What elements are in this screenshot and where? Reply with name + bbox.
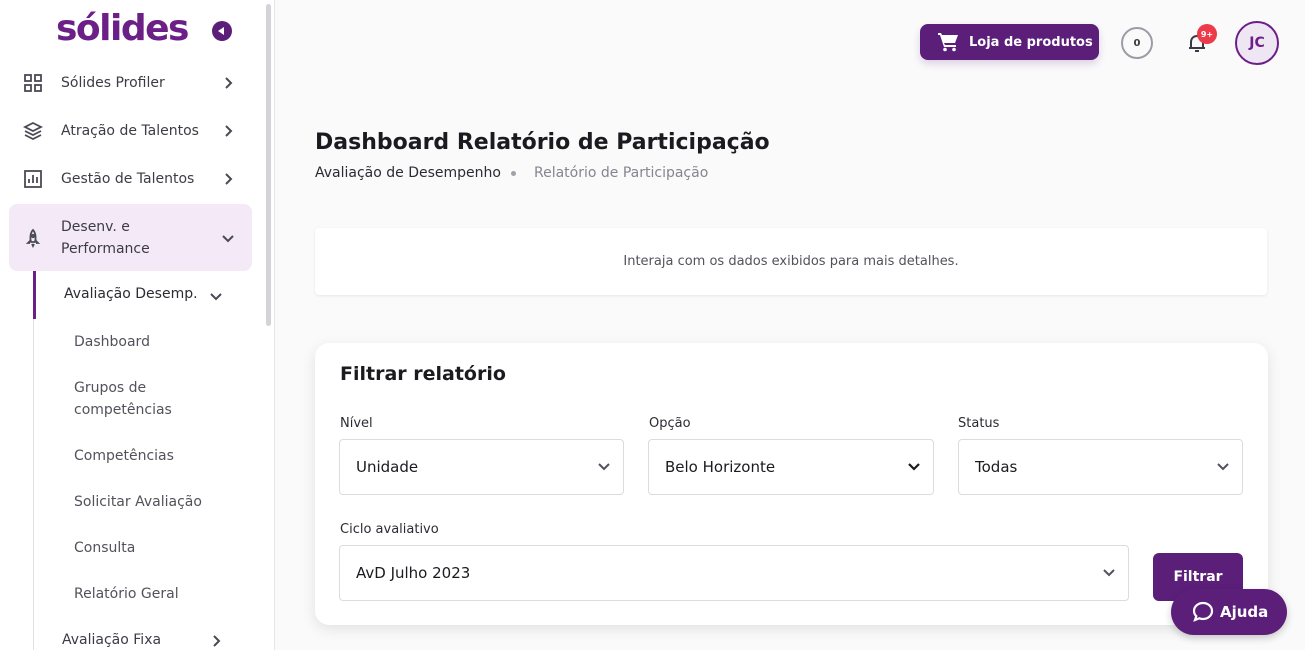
store-button[interactable]: Loja de produtos xyxy=(920,24,1099,60)
sidebar-item-label: Atração de Talentos xyxy=(61,123,199,139)
sidebar-link-consulta[interactable]: Consulta xyxy=(74,537,135,559)
sidebar-link-competencias[interactable]: Competências xyxy=(74,445,174,467)
nivel-value: Unidade xyxy=(356,458,419,476)
info-card: Interaja com os dados exibidos para mais… xyxy=(315,228,1267,295)
sidebar-item-label: Desenv. e Performance xyxy=(61,218,150,257)
coin-counter[interactable]: 0 xyxy=(1121,27,1153,59)
collapse-sidebar-icon[interactable] xyxy=(212,21,232,41)
info-text: Interaja com os dados exibidos para mais… xyxy=(623,254,959,269)
ciclo-value: AvD Julho 2023 xyxy=(356,564,471,582)
sidebar-subitem-avaliacao-fixa[interactable]: Avaliação Fixa xyxy=(62,632,161,648)
opcao-select[interactable]: Belo Horizonte xyxy=(648,439,934,495)
nivel-label: Nível xyxy=(340,416,373,431)
submenu-line xyxy=(33,319,34,650)
notification-badge: 9+ xyxy=(1197,24,1217,44)
sidebar-item-desenv[interactable]: Desenv. e Performance xyxy=(9,204,252,271)
sidebar-item-solides-profiler[interactable]: Sólides Profiler xyxy=(9,60,252,106)
status-value: Todas xyxy=(975,458,1018,476)
chevron-down-icon[interactable] xyxy=(209,289,223,303)
sidebar-link-relatorio-geral[interactable]: Relatório Geral xyxy=(74,583,179,605)
logo: sólides xyxy=(56,8,189,49)
layers-icon xyxy=(23,121,43,141)
active-indicator xyxy=(33,271,36,319)
chevron-down-icon xyxy=(1103,569,1115,577)
chevron-right-icon[interactable] xyxy=(209,634,223,648)
sidebar-item-label: Gestão de Talentos xyxy=(61,171,195,187)
avatar[interactable]: JC xyxy=(1235,21,1279,65)
chevron-down-icon xyxy=(1217,463,1229,471)
sidebar-link-dashboard[interactable]: Dashboard xyxy=(74,331,150,353)
grid-icon xyxy=(24,74,42,92)
page-title: Dashboard Relatório de Participação xyxy=(315,130,770,155)
status-label: Status xyxy=(958,416,1000,431)
chevron-down-icon xyxy=(908,463,920,471)
ciclo-select[interactable]: AvD Julho 2023 xyxy=(339,545,1129,601)
sidebar-item-gestao[interactable]: Gestão de Talentos xyxy=(9,156,252,202)
filter-card: Filtrar relatório Nível Unidade Opção Be… xyxy=(315,343,1268,625)
sidebar-item-label: Sólides Profiler xyxy=(61,75,165,91)
sidebar: sólides Sólides Profiler Atração de Tale… xyxy=(0,0,275,650)
cart-icon xyxy=(938,33,958,52)
chevron-right-icon xyxy=(225,173,233,185)
help-label: Ajuda xyxy=(1220,603,1269,621)
status-select[interactable]: Todas xyxy=(958,439,1243,495)
opcao-value: Belo Horizonte xyxy=(665,458,776,476)
bar-chart-icon xyxy=(24,170,42,188)
chevron-down-icon xyxy=(222,234,234,242)
filter-title: Filtrar relatório xyxy=(340,363,506,385)
rocket-icon xyxy=(25,228,41,248)
breadcrumb-item[interactable]: Avaliação de Desempenho xyxy=(315,165,501,181)
sidebar-subitem-avaliacao[interactable]: Avaliação Desemp. xyxy=(64,286,198,302)
chevron-down-icon xyxy=(598,463,610,471)
opcao-label: Opção xyxy=(649,416,691,431)
store-button-label: Loja de produtos xyxy=(969,34,1093,50)
ciclo-label: Ciclo avaliativo xyxy=(340,522,439,537)
sidebar-item-atracao[interactable]: Atração de Talentos xyxy=(9,108,252,154)
chevron-right-icon xyxy=(225,125,233,137)
breadcrumb-separator xyxy=(511,171,516,176)
logo-row: sólides xyxy=(0,0,275,64)
sidebar-link-grupos[interactable]: Grupos de competências xyxy=(74,377,172,421)
sidebar-scrollbar[interactable] xyxy=(266,4,271,326)
nivel-select[interactable]: Unidade xyxy=(339,439,624,495)
sidebar-link-solicitar[interactable]: Solicitar Avaliação xyxy=(74,491,202,513)
help-button[interactable]: Ajuda xyxy=(1171,589,1287,635)
breadcrumb-current: Relatório de Participação xyxy=(534,165,709,181)
chat-bubble-icon xyxy=(1192,601,1214,622)
chevron-right-icon xyxy=(225,77,233,89)
